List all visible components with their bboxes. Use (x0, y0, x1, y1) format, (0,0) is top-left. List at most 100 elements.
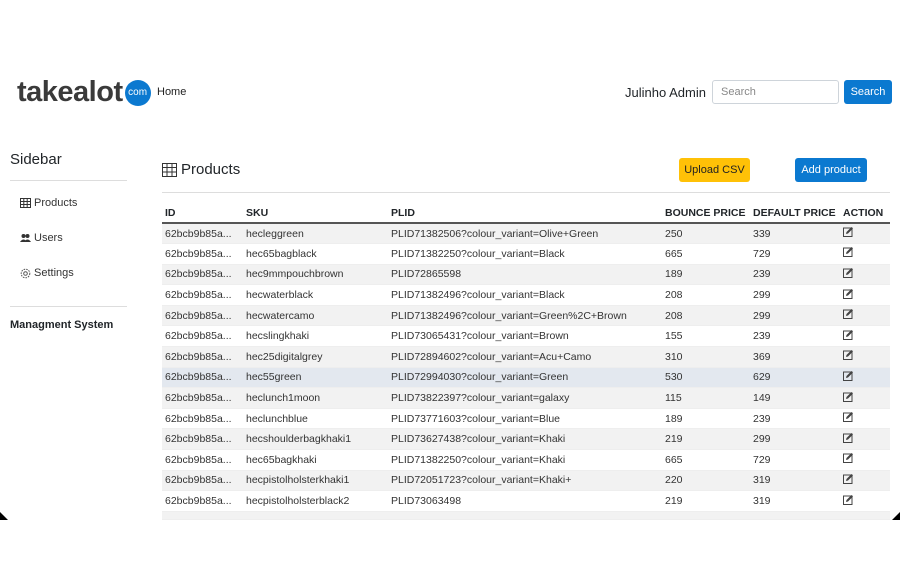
window-corner (892, 512, 900, 520)
edit-icon[interactable] (843, 432, 853, 443)
default-price-cell: 319 (750, 490, 840, 512)
edit-icon[interactable] (843, 309, 853, 320)
bounce-price-cell: 530 (662, 367, 750, 389)
sku-cell: hecslingkhaki (243, 325, 388, 348)
action-cell (840, 470, 890, 492)
plid-cell: PLID71382250?colour_variant=Black (388, 243, 662, 265)
table-row: 62bcb9b85a... heclunch1moon PLID73822397?c… (162, 387, 890, 409)
bounce-price-cell: 665 (662, 449, 750, 471)
plid-cell: PLID71382506?colour_variant=Olive+Green (388, 223, 662, 245)
column-header: PLID (388, 205, 662, 224)
bounce-price-cell: 310 (662, 346, 750, 368)
plid-cell: PLID72865598 (388, 264, 662, 286)
action-cell (840, 243, 890, 265)
user-name: Julinho Admin (625, 85, 706, 100)
logo[interactable]: takealot com (17, 76, 151, 109)
edit-icon[interactable] (843, 247, 853, 258)
bounce-price-cell: 208 (662, 284, 750, 306)
sku-cell: hec65bagblack (243, 243, 388, 265)
sku-cell: hecleggreen (243, 223, 388, 245)
bounce-price-cell: 665 (662, 243, 750, 265)
upload-csv-button[interactable]: Upload CSV (679, 158, 750, 182)
sidebar-title: Sidebar (10, 151, 62, 168)
default-price-cell: 629 (750, 367, 840, 389)
column-header: DEFAULT PRICE (750, 205, 840, 224)
add-product-button[interactable]: Add product (795, 158, 867, 182)
sku-cell: hecpistolholsterkhaki1 (243, 470, 388, 492)
search-button[interactable]: Search (844, 80, 892, 104)
table-row: 62bcb9b85a... hecshoulderbagkhaki1 PLID736… (162, 428, 890, 451)
default-price-cell: 149 (750, 387, 840, 409)
id-cell: 62bcb9b85a... (162, 470, 243, 492)
default-price-cell: 239 (750, 264, 840, 286)
bounce-price-cell: 155 (662, 325, 750, 348)
plid-cell: PLID73771603?colour_variant=Blue (388, 408, 662, 430)
id-cell: 62bcb9b85a... (162, 346, 243, 368)
edit-icon[interactable] (843, 494, 853, 505)
plid-cell: PLID71382496?colour_variant=Black (388, 284, 662, 306)
column-header: BOUNCE PRICE (662, 205, 750, 224)
plid-cell: PLID72894602?colour_variant=Acu+Camo (388, 346, 662, 368)
edit-icon[interactable] (843, 288, 853, 299)
nav-home[interactable]: Home (157, 86, 186, 98)
action-cell (840, 223, 890, 245)
id-cell: 62bcb9b85a... (162, 449, 243, 471)
users-icon (20, 234, 31, 242)
edit-icon[interactable] (843, 227, 853, 238)
default-price-cell: 299 (750, 305, 840, 327)
table-row (162, 511, 890, 520)
sidebar-item-products[interactable]: Products (20, 197, 77, 209)
default-price-cell: 239 (750, 408, 840, 430)
plid-cell: PLID72051723?colour_variant=Khaki+ (388, 470, 662, 492)
bounce-price-cell: 189 (662, 408, 750, 430)
id-cell: 62bcb9b85a... (162, 428, 243, 451)
empty-cell (162, 511, 243, 520)
empty-cell (750, 511, 840, 520)
edit-icon[interactable] (843, 473, 853, 484)
id-cell: 62bcb9b85a... (162, 387, 243, 409)
plid-cell: PLID73822397?colour_variant=galaxy (388, 387, 662, 409)
action-cell (840, 264, 890, 286)
sku-cell: hec55green (243, 367, 388, 389)
edit-icon[interactable] (843, 391, 853, 402)
edit-icon[interactable] (843, 350, 853, 361)
id-cell: 62bcb9b85a... (162, 223, 243, 245)
edit-icon[interactable] (843, 370, 853, 381)
default-price-cell: 299 (750, 284, 840, 306)
sidebar-item-settings[interactable]: Settings (20, 267, 74, 279)
plid-cell: PLID71382250?colour_variant=Khaki (388, 449, 662, 471)
bounce-price-cell: 220 (662, 470, 750, 492)
default-price-cell: 319 (750, 470, 840, 492)
edit-icon[interactable] (843, 453, 853, 464)
divider (162, 192, 890, 193)
search-input[interactable] (712, 80, 839, 104)
sku-cell: hecshoulderbagkhaki1 (243, 428, 388, 451)
table-row: 62bcb9b85a... hecpistolholsterkhaki1 PLID7… (162, 470, 890, 492)
id-cell: 62bcb9b85a... (162, 243, 243, 265)
sidebar-item-users[interactable]: Users (20, 232, 63, 244)
action-cell (840, 284, 890, 306)
sku-cell: hec25digitalgrey (243, 346, 388, 368)
plid-cell: PLID72994030?colour_variant=Green (388, 367, 662, 389)
default-price-cell: 729 (750, 243, 840, 265)
table-row: 62bcb9b85a... hecslingkhaki PLID73065431?c… (162, 325, 890, 348)
table-row: 62bcb9b85a... heclunchblue PLID73771603?co… (162, 408, 890, 430)
plid-cell: PLID71382496?colour_variant=Green%2C+Bro… (388, 305, 662, 327)
page-title: Products (162, 161, 240, 178)
sku-cell: hecpistolholsterblack2 (243, 490, 388, 512)
bounce-price-cell: 219 (662, 490, 750, 512)
action-cell (840, 305, 890, 327)
column-header: SKU (243, 205, 388, 224)
default-price-cell: 339 (750, 223, 840, 245)
edit-icon[interactable] (843, 267, 853, 278)
edit-icon[interactable] (843, 412, 853, 423)
id-cell: 62bcb9b85a... (162, 490, 243, 512)
empty-cell (662, 511, 750, 520)
edit-icon[interactable] (843, 329, 853, 340)
table-row: 62bcb9b85a... hec55green PLID72994030?colo… (162, 367, 890, 389)
id-cell: 62bcb9b85a... (162, 264, 243, 286)
divider (10, 180, 127, 181)
bounce-price-cell: 219 (662, 428, 750, 451)
id-cell: 62bcb9b85a... (162, 325, 243, 348)
id-cell: 62bcb9b85a... (162, 284, 243, 306)
